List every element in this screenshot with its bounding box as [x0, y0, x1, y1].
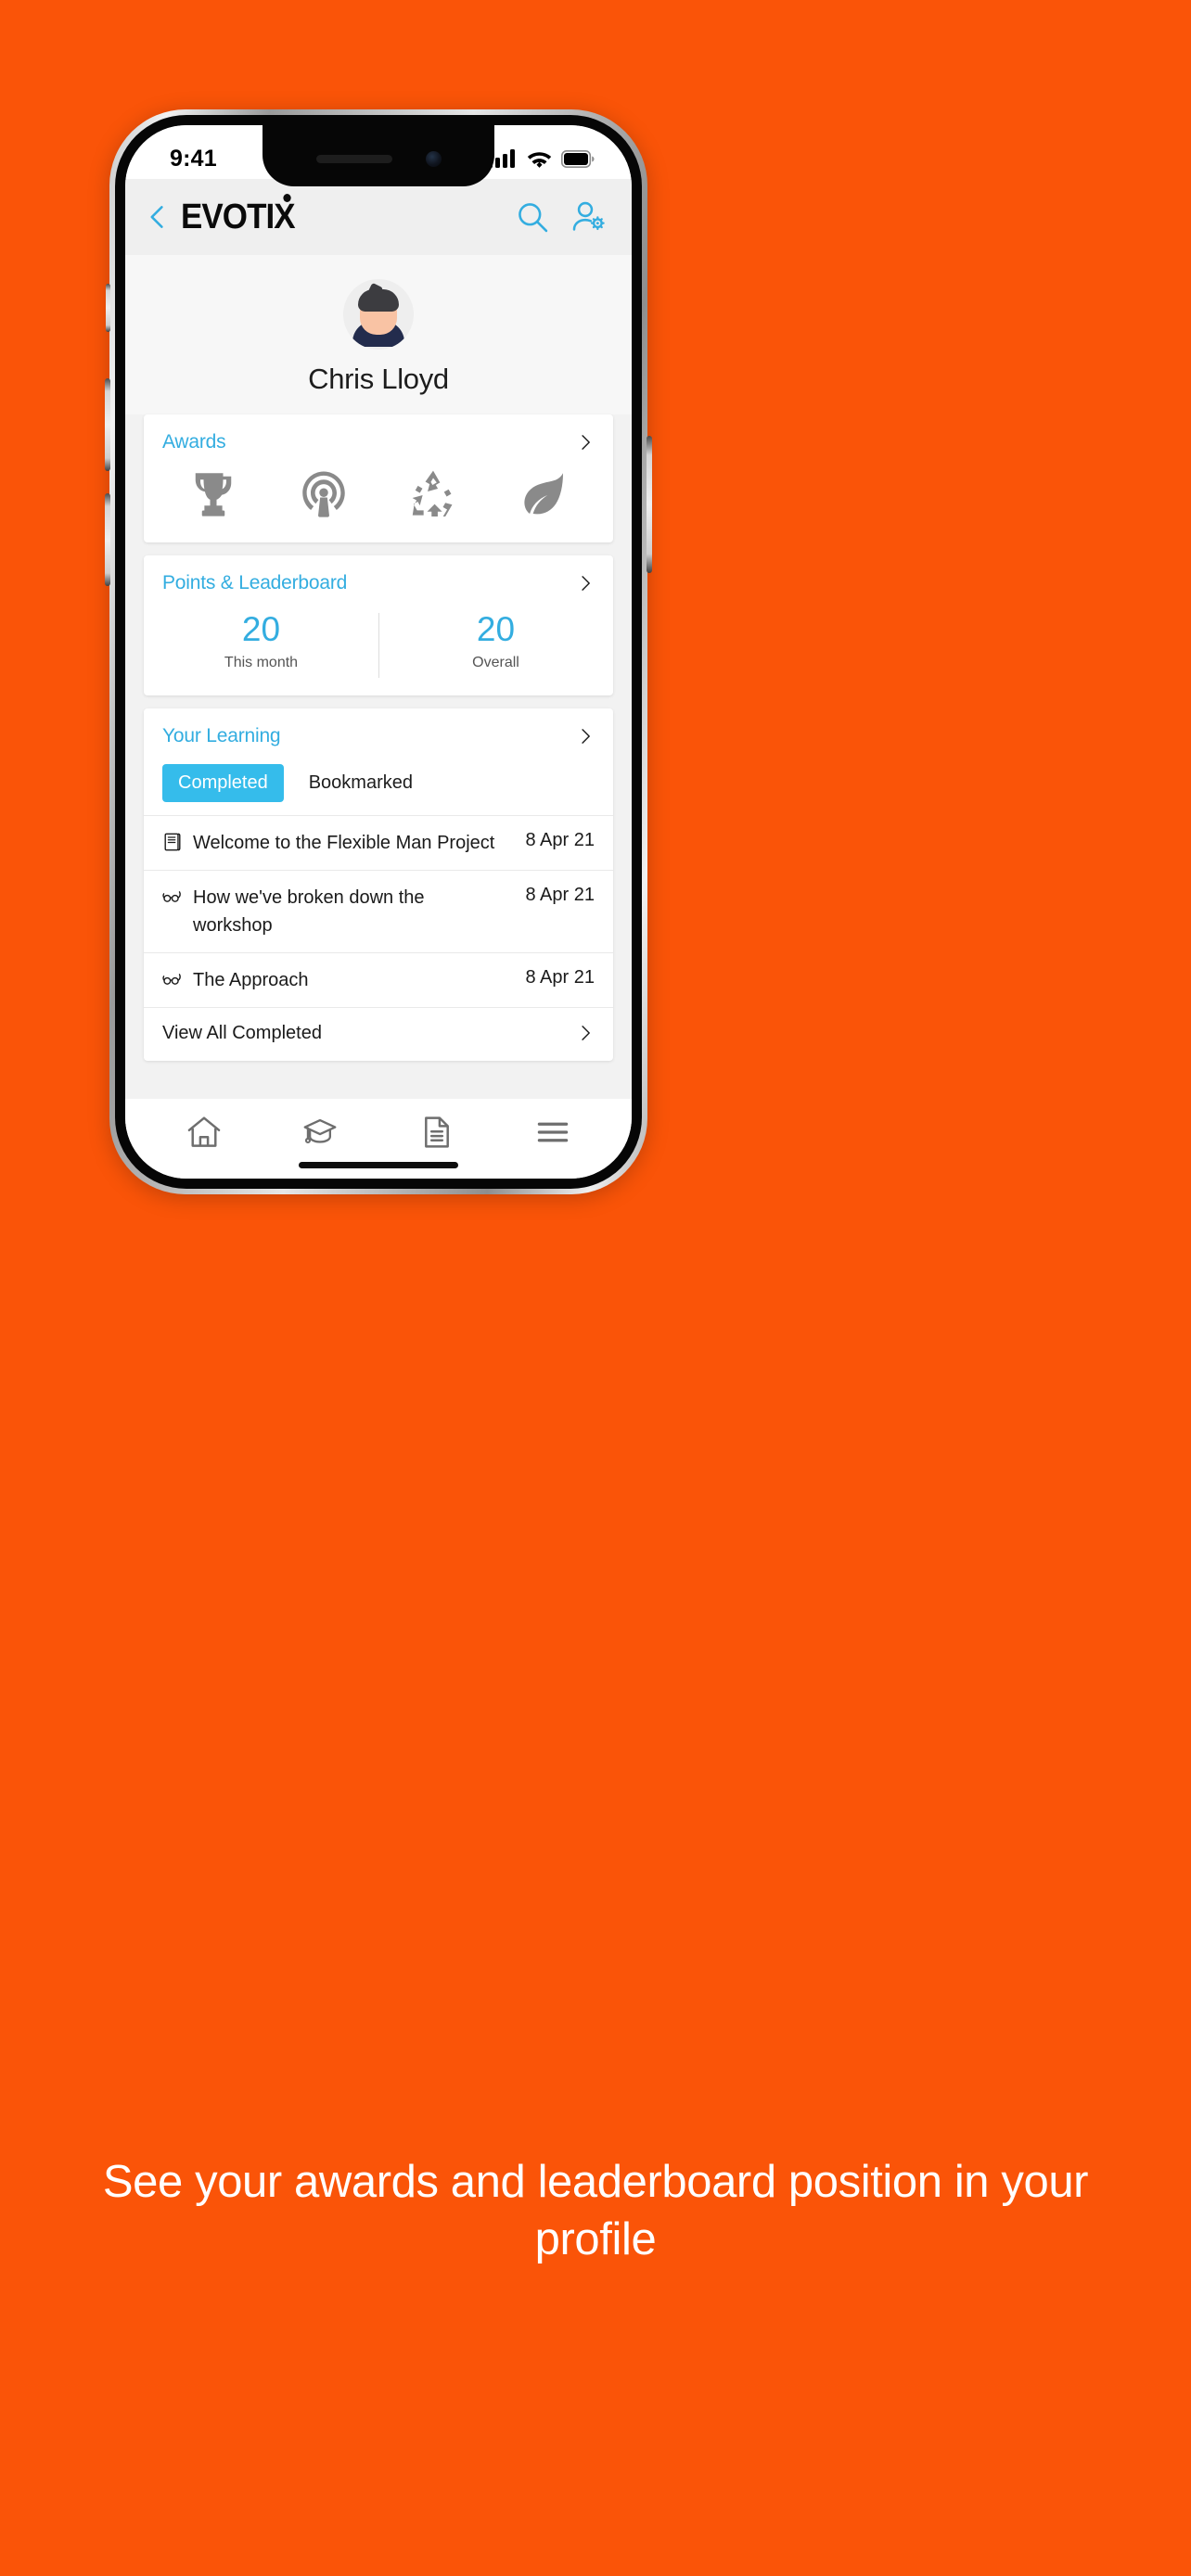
wifi-icon	[527, 151, 552, 168]
stat-label: This month	[224, 654, 299, 670]
list-item-date: 8 Apr 21	[525, 829, 595, 850]
app-header: EVOTIX	[125, 179, 632, 255]
view-all-completed-row[interactable]: View All Completed	[144, 1006, 613, 1061]
list-item-date: 8 Apr 21	[525, 966, 595, 988]
notch	[263, 125, 494, 186]
status-indicators	[488, 149, 595, 169]
leaf-icon	[524, 473, 563, 515]
list-item-title: Welcome to the Flexible Man Project	[193, 832, 495, 853]
back-chevron-icon[interactable]	[144, 203, 172, 231]
evotix-logo: EVOTIX	[181, 193, 296, 237]
power-button[interactable]	[647, 436, 652, 573]
points-title: Points & Leaderboard	[162, 572, 348, 593]
user-settings-icon[interactable]	[570, 199, 608, 235]
learning-title: Your Learning	[162, 724, 281, 746]
broadcast-icon	[302, 471, 345, 517]
book-icon	[164, 833, 181, 851]
graduation-cap-icon[interactable]	[302, 1115, 338, 1150]
page-content: Chris Lloyd Awards Points & Leaderboard …	[125, 255, 632, 1103]
glasses-icon	[162, 973, 181, 985]
profile-section: Chris Lloyd	[125, 255, 632, 414]
stat-overall: 20 Overall	[378, 610, 613, 678]
learning-tabs: Completed Bookmarked	[144, 753, 613, 815]
stat-value: 20	[241, 610, 281, 648]
glasses-icon	[162, 890, 181, 902]
stat-this-month: 20 This month	[144, 610, 378, 671]
silence-switch[interactable]	[106, 284, 110, 332]
volume-up-button[interactable]	[105, 378, 110, 471]
learning-card-header[interactable]: Your Learning	[144, 708, 613, 753]
front-camera	[425, 150, 442, 167]
points-leaderboard-card[interactable]: Points & Leaderboard 20 This month 20 Ov…	[144, 555, 613, 695]
profile-name: Chris Lloyd	[308, 363, 449, 395]
home-icon[interactable]	[186, 1115, 222, 1150]
awards-icon-row	[144, 459, 613, 542]
list-item-date: 8 Apr 21	[525, 884, 595, 905]
chevron-right-icon[interactable]	[576, 574, 595, 593]
phone-screen: 9:41 EVOTIX Chris Lloyd Awards Points & …	[125, 125, 632, 1179]
chevron-right-icon[interactable]	[576, 727, 595, 746]
trophy-icon	[196, 473, 232, 516]
chevron-right-icon[interactable]	[576, 1024, 595, 1042]
earpiece-speaker	[315, 154, 392, 163]
awards-card-header[interactable]: Awards	[144, 414, 613, 459]
document-icon[interactable]	[419, 1115, 455, 1150]
list-item[interactable]: How we've broken down the workshop 8 Apr…	[144, 869, 613, 952]
list-item-title: The Approach	[193, 969, 309, 990]
stat-value: 20	[476, 610, 516, 648]
search-icon[interactable]	[515, 199, 550, 235]
view-all-label: View All Completed	[162, 1022, 322, 1043]
phone-mockup: 9:41 EVOTIX Chris Lloyd Awards Points & …	[105, 109, 1082, 1194]
hamburger-menu-icon[interactable]	[535, 1115, 570, 1150]
chevron-right-icon[interactable]	[576, 433, 595, 452]
list-item[interactable]: Welcome to the Flexible Man Project 8 Ap…	[144, 814, 613, 870]
tab-bookmarked[interactable]: Bookmarked	[293, 764, 429, 802]
phone-frame: 9:41 EVOTIX Chris Lloyd Awards Points & …	[105, 109, 652, 1194]
points-card-header[interactable]: Points & Leaderboard	[144, 555, 613, 600]
header-actions	[515, 199, 608, 235]
marketing-caption: See your awards and leaderboard position…	[102, 2157, 1089, 2265]
tab-completed[interactable]: Completed	[162, 763, 284, 802]
awards-card[interactable]: Awards	[144, 414, 613, 542]
phone-body: 9:41 EVOTIX Chris Lloyd Awards Points & …	[115, 115, 642, 1189]
battery-icon	[561, 149, 595, 168]
logo-text: EVOTIX	[181, 197, 296, 236]
awards-title: Awards	[162, 431, 226, 453]
points-stats-row: 20 This month 20 Overall	[144, 600, 613, 695]
avatar-hair	[358, 289, 399, 312]
stat-label: Overall	[472, 654, 519, 670]
volume-down-button[interactable]	[105, 493, 110, 586]
status-bar: 9:41	[125, 125, 632, 186]
status-time: 9:41	[170, 145, 217, 172]
avatar	[343, 279, 414, 350]
your-learning-card[interactable]: Your Learning Completed Bookmarked Welco…	[144, 708, 613, 1061]
home-indicator[interactable]	[299, 1162, 458, 1168]
recycle-icon	[412, 470, 453, 516]
list-item-title: How we've broken down the workshop	[193, 886, 425, 936]
list-item[interactable]: The Approach 8 Apr 21	[144, 951, 613, 1007]
